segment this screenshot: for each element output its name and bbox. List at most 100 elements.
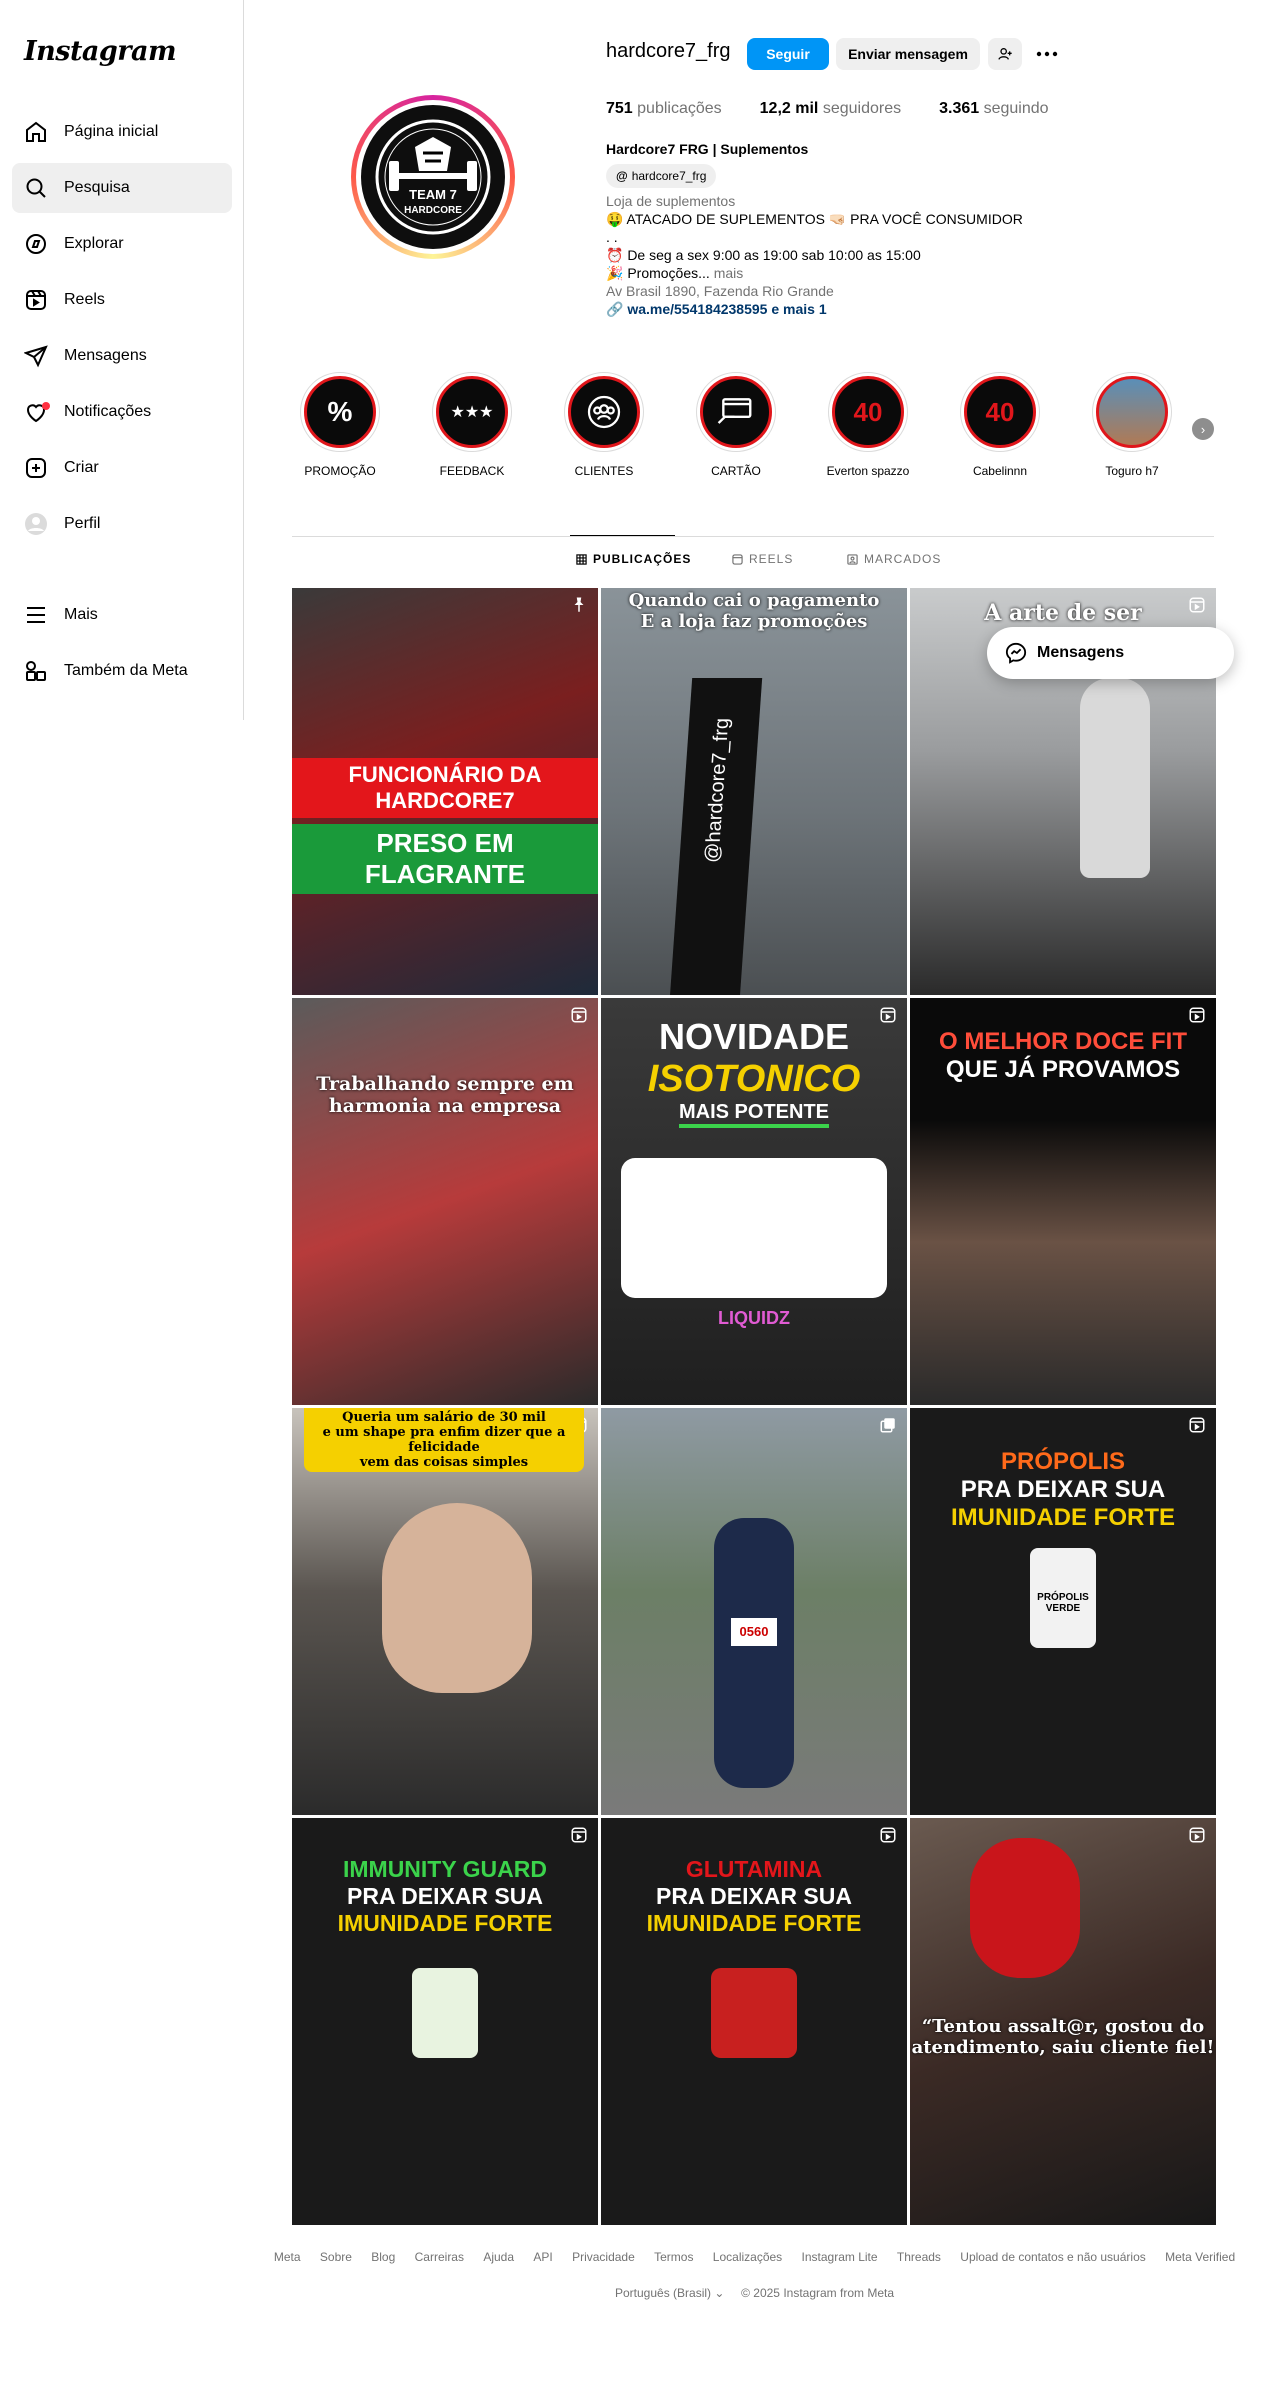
highlight-item[interactable]: CARTÃO (690, 372, 782, 478)
sidebar-item-label: Notificações (64, 403, 152, 420)
grid-icon (576, 553, 587, 565)
post-title: FUNCIONÁRIO DA HARDCORE7 (292, 758, 598, 818)
tab-reels[interactable]: REELS (732, 552, 793, 566)
more-horizontal-icon (1036, 51, 1058, 57)
footer-link[interactable]: Ajuda (483, 2250, 514, 2264)
footer-link[interactable]: Meta Verified (1165, 2250, 1235, 2264)
send-message-button[interactable]: Enviar mensagem (836, 38, 980, 70)
highlights-next-button[interactable]: › (1192, 418, 1214, 440)
compass-icon (26, 234, 46, 254)
highlight-item[interactable]: 40 Everton spazzo (822, 372, 914, 478)
sidebar-item-also-from-meta[interactable]: Também da Meta (12, 646, 232, 696)
sidebar: Instagram Página inicial Pesquisa Explor… (0, 0, 244, 720)
profile-avatar-ring[interactable]: TEAM 7 HARDCORE (351, 95, 515, 259)
footer-link[interactable]: Localizações (713, 2250, 782, 2264)
messenger-icon (1005, 642, 1027, 664)
tab-tagged[interactable]: MARCADOS (847, 552, 941, 566)
profile-category: Loja de suplementos (606, 193, 736, 209)
language-selector[interactable]: Português (Brasil) ⌄ (615, 2286, 724, 2300)
highlight-item[interactable]: ★★★ FEEDBACK (426, 372, 518, 478)
footer-link[interactable]: Sobre (320, 2250, 352, 2264)
projeto-40-icon: 40 (832, 376, 904, 448)
sidebar-item-messages[interactable]: Mensagens (12, 331, 232, 381)
following-count[interactable]: 3.361 seguindo (939, 100, 1048, 118)
sidebar-item-explore[interactable]: Explorar (12, 219, 232, 269)
sidebar-item-profile[interactable]: Perfil (12, 499, 232, 549)
profile-link[interactable]: wa.me/554184238595 e mais 1 (627, 301, 826, 317)
plus-square-icon (26, 458, 46, 478)
tabs-divider (292, 536, 1214, 537)
highlight-item[interactable]: CLIENTES (558, 372, 650, 478)
reel-icon (571, 1007, 587, 1023)
footer-link[interactable]: Instagram Lite (802, 2250, 878, 2264)
post-tile[interactable]: IMMUNITY GUARD PRA DEIXAR SUA IMUNIDADE … (292, 1818, 598, 2225)
posts-count: 751 publicações (606, 100, 722, 117)
post-tile[interactable]: 0560 (601, 1408, 907, 1815)
product-image (711, 1968, 797, 2058)
post-subtitle: PRA DEIXAR SUA (656, 1883, 852, 1909)
footer-links: Meta Sobre Blog Carreiras Ajuda API Priv… (244, 2250, 1265, 2264)
footer-link[interactable]: Upload de contatos e não usuários (960, 2250, 1145, 2264)
post-title: Trabalhando sempre em (316, 1073, 574, 1095)
threads-badge[interactable]: @ hardcore7_frg (606, 164, 717, 188)
footer-link[interactable]: Termos (654, 2250, 693, 2264)
sidebar-item-label: Também da Meta (64, 662, 188, 679)
highlight-item[interactable]: 40 Cabelinnn (954, 372, 1046, 478)
post-tagline: IMUNIDADE FORTE (951, 1504, 1175, 1531)
suggest-user-button[interactable] (988, 38, 1022, 70)
product-image (412, 1968, 478, 2058)
add-user-icon (998, 48, 1012, 60)
footer-link[interactable]: Threads (897, 2250, 941, 2264)
post-tile[interactable]: Quando cai o pagamento E a loja faz prom… (601, 588, 907, 995)
photo-icon (1096, 376, 1168, 448)
post-title: “Tentou assalt@r, gostou do (921, 2016, 1205, 2037)
copyright: © 2025 Instagram from Meta (741, 2286, 895, 2300)
sidebar-nav: Página inicial Pesquisa Explorar Reels M… (12, 107, 232, 555)
footer-link[interactable]: Privacidade (572, 2250, 635, 2264)
sidebar-item-home[interactable]: Página inicial (12, 107, 232, 157)
post-tile[interactable]: Trabalhando sempre em harmonia na empres… (292, 998, 598, 1405)
reels-icon (26, 290, 46, 310)
post-tile[interactable]: “Tentou assalt@r, gostou do atendimento,… (910, 1818, 1216, 2225)
follow-button[interactable]: Seguir (747, 38, 829, 70)
sidebar-item-label: Reels (64, 291, 105, 308)
post-tile[interactable]: FUNCIONÁRIO DA HARDCORE7 PRESO EM FLAGRA… (292, 588, 598, 995)
post-tile[interactable]: GLUTAMINA PRA DEIXAR SUA IMUNIDADE FORTE (601, 1818, 907, 2225)
reel-icon (571, 1827, 587, 1843)
highlight-item[interactable]: Toguro h7 (1086, 372, 1178, 478)
post-subtitle: e um shape pra enfim dizer que a felicid… (322, 1425, 566, 1455)
profile-bio: Hardcore7 FRG | Suplementos @ hardcore7_… (606, 140, 1046, 318)
post-subtitle: ISOTONICO (647, 1058, 861, 1100)
avatar-icon (25, 513, 47, 535)
footer-link[interactable]: Carreiras (415, 2250, 464, 2264)
sidebar-item-notifications[interactable]: Notificações (12, 387, 232, 437)
followers-count[interactable]: 12,2 mil seguidores (760, 100, 901, 118)
post-tile[interactable]: Queria um salário de 30 mil e um shape p… (292, 1408, 598, 1815)
options-button[interactable] (1030, 38, 1064, 70)
profile-link-row[interactable]: 🔗 wa.me/554184238595 e mais 1 (606, 300, 1046, 318)
send-icon (24, 345, 48, 368)
instagram-logo[interactable]: Instagram (24, 36, 177, 67)
post-tile[interactable]: PRÓPOLIS PRA DEIXAR SUA IMUNIDADE FORTE … (910, 1408, 1216, 1815)
tab-posts[interactable]: PUBLICAÇÕES (576, 552, 691, 566)
active-tab-indicator (570, 535, 675, 536)
highlight-item[interactable]: % PROMOÇÃO (294, 372, 386, 478)
messages-popup-button[interactable]: Mensagens (987, 627, 1234, 679)
sidebar-item-search[interactable]: Pesquisa (12, 163, 232, 213)
footer-link[interactable]: Meta (274, 2250, 301, 2264)
sidebar-item-more[interactable]: Mais (12, 590, 232, 640)
post-tile[interactable]: O MELHOR DOCE FIT QUE JÁ PROVAMOS (910, 998, 1216, 1405)
sidebar-item-label: Mais (64, 606, 98, 623)
carousel-icon (880, 1418, 895, 1433)
post-tagline: IMUNIDADE FORTE (646, 1910, 862, 1936)
reel-icon (880, 1827, 896, 1843)
sidebar-item-reels[interactable]: Reels (12, 275, 232, 325)
highlight-label: Cabelinnn (972, 464, 1028, 478)
post-subtitle: PRA DEIXAR SUA (347, 1883, 543, 1909)
post-tile[interactable]: NOVIDADE ISOTONICO MAIS POTENTE LIQUIDZ (601, 998, 907, 1405)
footer-link[interactable]: Blog (371, 2250, 395, 2264)
sidebar-item-create[interactable]: Criar (12, 443, 232, 493)
bio-more-link[interactable]: mais (714, 265, 744, 281)
footer-link[interactable]: API (533, 2250, 552, 2264)
bio-line: 🤑 ATACADO DE SUPLEMENTOS 🤜🏻 PRA VOCÊ CON… (606, 211, 1023, 227)
